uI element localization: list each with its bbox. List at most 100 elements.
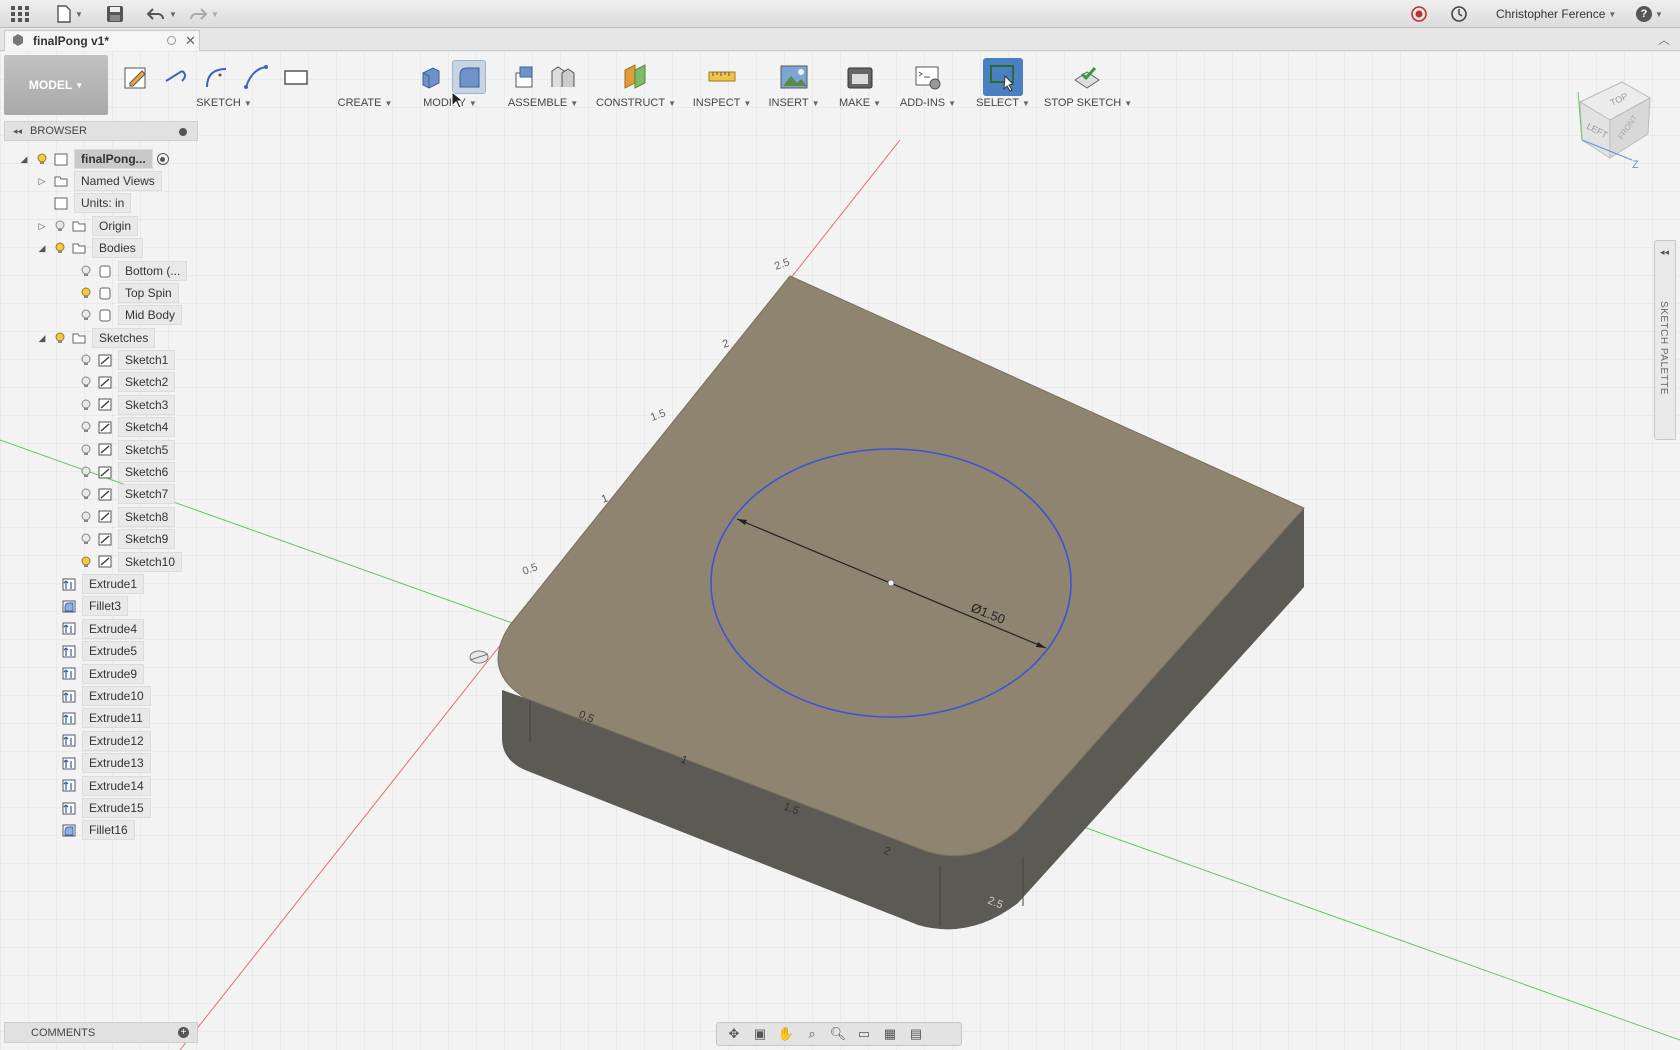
tree-root[interactable]: ◢ finalPong... [18,149,169,169]
visibility-bulb-icon[interactable] [80,287,92,299]
redo-icon[interactable]: ▼ [188,5,219,23]
grid-settings-icon[interactable]: ▦ [879,1026,901,1042]
sketch-menu[interactable]: SKETCH ▼ [114,97,318,109]
timeline-feature[interactable]: Extrude9 [56,663,145,684]
timeline-feature[interactable]: Extrude12 [56,730,151,751]
make-menu[interactable]: MAKE ▼ [834,97,886,109]
tree-item-sketch[interactable]: Sketch6 [74,462,176,482]
addins-menu[interactable]: ADD-INS ▼ [896,97,960,109]
create-sketch-icon[interactable] [119,60,153,94]
tree-item-sketch[interactable]: Sketch9 [74,529,176,550]
timeline-feature[interactable]: Extrude15 [56,798,151,818]
visibility-bulb-icon[interactable] [80,511,92,523]
timeline-feature[interactable]: Fillet16 [56,820,135,841]
comments-panel[interactable]: COMMENTS + [4,1022,198,1043]
tree-item-sketch[interactable]: Sketch4 [74,417,176,438]
fillet-icon[interactable] [452,60,486,94]
visibility-bulb-icon[interactable] [80,466,92,478]
document-tab[interactable]: finalPong v1* ✕ [4,30,200,51]
collapse-triangle-icon[interactable]: ◢ [18,154,30,165]
tree-item-sketch[interactable]: Sketch2 [74,372,176,393]
visibility-bulb-icon[interactable] [36,153,48,165]
create-menu[interactable]: CREATE ▼ [334,97,396,109]
expand-triangle-icon[interactable]: ▷ [36,221,48,232]
visibility-bulb-icon[interactable] [80,376,92,388]
sketch-palette-tab[interactable]: ◂◂ SKETCH PALETTE [1654,240,1676,440]
modify-menu[interactable]: MODIFY ▼ [408,97,492,109]
arc-tool-icon[interactable] [199,60,233,94]
timeline-feature[interactable]: Extrude10 [56,686,151,706]
measure-icon[interactable] [705,60,739,94]
press-pull-icon[interactable] [414,60,448,94]
collapse-triangle-icon[interactable]: ◢ [36,243,48,254]
file-menu-icon[interactable]: ▼ [56,5,83,23]
stop-sketch-icon[interactable] [1070,60,1104,94]
browser-options-icon[interactable] [179,128,187,136]
inspect-menu[interactable]: INSPECT ▼ [692,97,752,109]
user-menu[interactable]: Christopher Ference ▼ [1496,5,1616,23]
undo-icon[interactable]: ▼ [146,5,177,23]
visibility-bulb-icon[interactable] [80,265,92,277]
visibility-bulb-icon[interactable] [80,309,92,321]
construct-menu[interactable]: CONSTRUCT ▼ [596,97,676,109]
visibility-bulb-icon[interactable] [80,556,92,568]
collapse-triangle-icon[interactable]: ◢ [36,333,48,344]
stop-sketch-menu[interactable]: STOP SKETCH ▼ [1044,97,1132,109]
visibility-bulb-icon[interactable] [80,399,92,411]
tree-item-origin[interactable]: ▷ Origin [36,216,139,236]
display-settings-icon[interactable]: ▭ [853,1026,875,1042]
viewports-icon[interactable]: ▤ [905,1026,927,1042]
help-menu[interactable]: ? ▼ [1636,5,1663,23]
visibility-bulb-icon[interactable] [80,444,92,456]
browser-header[interactable]: ◂◂ BROWSER [4,121,198,141]
view-cube[interactable]: TOP LEFT FRONT Z [1577,81,1652,171]
timeline-feature[interactable]: Extrude11 [56,708,150,729]
orbit-icon[interactable]: ✥ [723,1026,745,1042]
rectangle-tool-icon[interactable] [279,60,313,94]
record-icon[interactable] [1410,5,1428,23]
line-tool-icon[interactable] [159,60,193,94]
look-at-icon[interactable]: ▣ [749,1026,771,1042]
tree-item-named-views[interactable]: ▷ Named Views [36,171,162,191]
tree-item-sketch[interactable]: Sketch5 [74,439,176,460]
tree-item-sketch[interactable]: Sketch1 [74,350,176,370]
add-comment-icon[interactable]: + [178,1027,189,1038]
tree-item-sketch[interactable]: Sketch7 [74,484,176,505]
tree-item-bodies[interactable]: ◢ Bodies [36,238,143,258]
timeline-feature[interactable]: Extrude4 [56,618,145,639]
timeline-feature[interactable]: Extrude1 [56,574,145,594]
tree-item-sketches[interactable]: ◢ Sketches [36,328,156,348]
model-canvas[interactable]: Ø1.50 2.5 2 1.5 1 0.5 0.5 1 1.5 2 2.5 TO… [0,51,1680,1050]
canvas-viewport[interactable]: Ø1.50 2.5 2 1.5 1 0.5 0.5 1 1.5 2 2.5 TO… [0,51,1680,1050]
insert-menu[interactable]: INSERT ▼ [766,97,822,109]
apps-grid-icon[interactable] [10,5,30,23]
origin-point-icon[interactable] [469,650,489,664]
visibility-bulb-icon[interactable] [80,533,92,545]
scripts-addins-icon[interactable] [911,60,945,94]
tree-item-sketch[interactable]: Sketch3 [74,394,176,415]
timeline-feature[interactable]: Extrude13 [56,753,151,774]
tree-item-body[interactable]: Mid Body [74,305,183,325]
expand-triangle-icon[interactable]: ▷ [36,176,48,187]
insert-image-icon[interactable] [777,60,811,94]
visibility-bulb-icon[interactable] [80,421,92,433]
visibility-bulb-icon[interactable] [80,354,92,366]
tree-item-body[interactable]: Top Spin [74,283,179,303]
activate-radio-icon[interactable] [156,153,169,165]
collapse-toolbar-icon[interactable]: ︿ [1658,31,1670,48]
joint-icon[interactable] [545,60,579,94]
select-menu[interactable]: SELECT ▼ [972,97,1034,109]
pan-hand-icon[interactable]: ✋ [775,1026,797,1042]
new-component-icon[interactable] [507,60,541,94]
save-icon[interactable] [106,5,124,23]
expand-palette-icon[interactable]: ◂◂ [1660,247,1669,258]
tree-item-body[interactable]: Bottom (... [74,261,188,281]
zoom-window-icon[interactable]: 🔍︎ [827,1026,849,1042]
tree-item-sketch[interactable]: Sketch10 [74,551,183,572]
visibility-bulb-icon[interactable] [54,242,66,254]
collapse-browser-icon[interactable]: ◂◂ [13,126,22,137]
timeline-feature[interactable]: Extrude5 [56,641,145,662]
select-tool-icon[interactable] [983,58,1023,96]
tree-item-units[interactable]: Units: in [36,193,132,213]
job-status-clock-icon[interactable] [1450,5,1468,23]
